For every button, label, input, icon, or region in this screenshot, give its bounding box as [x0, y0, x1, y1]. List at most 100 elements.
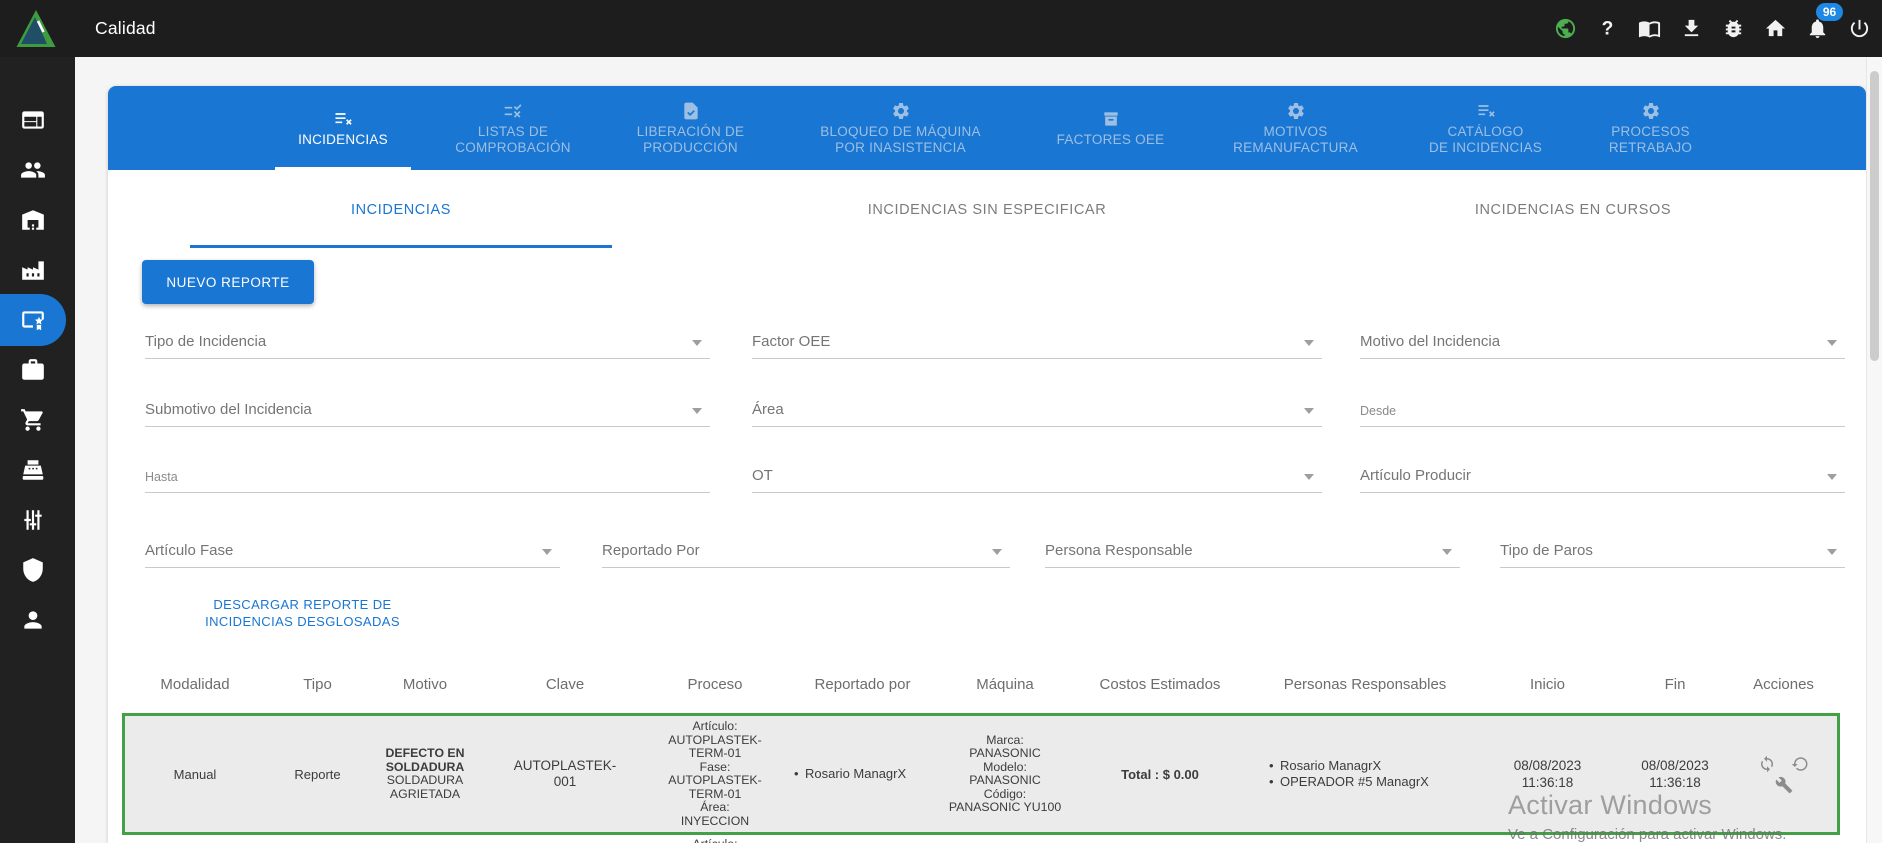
factory-icon [22, 261, 44, 280]
svg-text:?: ? [1602, 18, 1614, 39]
sidebar-item-tune[interactable] [0, 494, 66, 546]
filter-submotivo-del-incidencia[interactable]: Submotivo del Incidencia [145, 386, 710, 427]
subtab-label: INCIDENCIAS [350, 202, 452, 218]
tab-listas-de-comprobacion[interactable]: LISTAS DE COMPROBACIÓN [428, 86, 598, 170]
sidebar-item-person[interactable] [0, 594, 66, 646]
fin-date: 08/08/2023 [1641, 758, 1709, 773]
download-report-link[interactable]: DESCARGAR REPORTE DE INCIDENCIAS DESGLOS… [185, 596, 420, 630]
build-icon [1775, 776, 1792, 793]
tab-label: COMPROBACIÓN [455, 139, 571, 155]
topbar-icon-group: ? 96 [1553, 0, 1872, 57]
dropdown-arrow-icon [1442, 549, 1452, 555]
filter-articulo-fase[interactable]: Artículo Fase [145, 527, 560, 568]
filter-tipo-de-incidencia[interactable]: Tipo de Incidencia [145, 318, 710, 359]
sidebar-item-warehouse[interactable] [0, 194, 66, 246]
tab-motivos-remanufactura[interactable]: MOTIVOS REMANUFACTURA [1203, 86, 1388, 170]
tab-catalogo-de-incidencias[interactable]: CATÁLOGO DE INCIDENCIAS [1388, 86, 1583, 170]
action-sync-button[interactable] [1758, 755, 1776, 773]
column-header-modalidad: Modalidad [160, 676, 230, 693]
sidebar-item-newspaper[interactable] [0, 94, 66, 146]
shield-icon [23, 558, 43, 582]
action-build-button[interactable] [1775, 776, 1793, 794]
power-icon [1850, 19, 1869, 38]
dropdown-arrow-icon [1304, 474, 1314, 480]
filter-motivo-del-incidencia[interactable]: Motivo del Incidencia [1360, 318, 1845, 359]
filter-tipo-de-paros[interactable]: Tipo de Paros [1500, 527, 1845, 568]
cell-maquina: Marca: PANASONIC Modelo: PANASONIC Código: PA… [945, 716, 1065, 832]
inicio-date: 08/08/2023 [1513, 758, 1582, 773]
new-report-button[interactable]: NUEVO REPORTE [142, 260, 314, 304]
column-header-maquina: Máquina [976, 676, 1034, 693]
cell-fin: 08/08/2023 11:36:18 [1620, 716, 1730, 832]
sidebar-item-shield[interactable] [0, 544, 66, 596]
filter-row: Tipo de Incidencia Factor OEE Motivo del I… [145, 318, 1845, 359]
proceso-line: AUTOPLASTEK-TERM-01 [668, 773, 762, 801]
tab-factores-oee[interactable]: FACTORES OEE [1018, 86, 1203, 170]
topbar-home-button[interactable] [1763, 16, 1788, 41]
tab-label: PRODUCCIÓN [643, 139, 738, 155]
certificate-icon [22, 311, 44, 331]
rule-icon [504, 103, 522, 118]
tab-procesos-retrabajo[interactable]: PROCESOS RETRABAJO [1583, 86, 1718, 170]
topbar-download-button[interactable] [1679, 16, 1704, 41]
filter-area[interactable]: Área [752, 386, 1322, 427]
filter-label: Tipo de Incidencia [145, 333, 267, 350]
sidebar-item-certificate[interactable] [0, 294, 66, 346]
home-icon [1765, 19, 1786, 37]
subtab-incidencias-sin-especificar[interactable]: INCIDENCIAS SIN ESPECIFICAR [694, 170, 1280, 250]
cell-tipo: Reporte [265, 716, 370, 832]
column-header-tipo: Tipo [303, 676, 332, 693]
action-restore-button[interactable] [1791, 755, 1809, 773]
filter-desde[interactable]: Desde [1360, 386, 1845, 427]
tab-label: DE INCIDENCIAS [1428, 139, 1543, 155]
topbar-book-button[interactable] [1637, 16, 1662, 41]
sidebar-item-cash-register[interactable] [0, 444, 66, 496]
sidebar-item-shopping-cart[interactable] [0, 394, 66, 446]
topbar-bell-button[interactable]: 96 [1805, 3, 1843, 41]
sidebar-item-briefcase[interactable] [0, 344, 66, 396]
subtab-incidencias[interactable]: INCIDENCIAS [108, 170, 694, 250]
dropdown-arrow-icon [1827, 549, 1837, 555]
doc-check-icon [683, 102, 698, 119]
filter-label: Reportado Por [602, 542, 700, 559]
filter-factor-oee[interactable]: Factor OEE [752, 318, 1322, 359]
filter-label: Artículo Fase [145, 542, 234, 559]
subtab-incidencias-en-cursos[interactable]: INCIDENCIAS EN CURSOS [1280, 170, 1866, 250]
column-header-reportado-por: Reportado por [814, 676, 911, 693]
filter-row: Artículo Fase Reportado Por Persona Respon… [145, 527, 1845, 568]
topbar-help-button[interactable]: ? [1595, 16, 1620, 41]
filter-row: Hasta OT Artículo Producir [145, 452, 1845, 493]
topbar-bug-button[interactable] [1721, 16, 1746, 41]
tab-incidencias[interactable]: INCIDENCIAS [258, 86, 428, 170]
filter-reportado-por[interactable]: Reportado Por [602, 527, 1010, 568]
dropdown-arrow-icon [1827, 474, 1837, 480]
table-header-row: Modalidad Tipo Motivo Clave Proceso Reportado… [125, 676, 1837, 693]
cell-clave: AUTOPLASTEK-001 [480, 716, 650, 832]
tab-label: PROCESOS [1611, 123, 1690, 139]
topbar-globe-button[interactable] [1553, 16, 1578, 41]
app-logo-icon [16, 10, 56, 47]
tab-liberacion-de-produccion[interactable]: LIBERACIÓN DE PRODUCCIÓN [598, 86, 783, 170]
sidebar-item-people[interactable] [0, 144, 66, 196]
filter-hasta[interactable]: Hasta [145, 452, 710, 493]
fin-time: 11:36:18 [1649, 775, 1701, 790]
cell-proceso: Artículo: AUTOPLASTEK-TERM-01 Fase: AUTOPLA… [650, 716, 780, 832]
filter-persona-responsable[interactable]: Persona Responsable [1045, 527, 1460, 568]
filter-label: Desde [1360, 404, 1397, 418]
tab-label: LISTAS DE [477, 123, 549, 139]
globe-icon [1555, 18, 1576, 39]
cell-reportado-por: Rosario ManagrX [780, 716, 945, 832]
module-tabs: INCIDENCIAS LISTAS DE COMPROBACIÓN LIBERACI… [258, 86, 1718, 170]
filter-ot[interactable]: OT [752, 452, 1322, 493]
table-next-row-partial: Artículo: [650, 837, 780, 843]
person-icon [24, 611, 42, 629]
filter-label: Área [752, 401, 784, 418]
tab-label: RETRABAJO [1608, 139, 1693, 155]
topbar-power-button[interactable] [1847, 16, 1872, 41]
filter-articulo-producir[interactable]: Artículo Producir [1360, 452, 1845, 493]
sidebar-item-factory[interactable] [0, 244, 66, 296]
tab-bloqueo-de-maquina-por-inasistencia[interactable]: BLOQUEO DE MÁQUINA POR INASISTENCIA [783, 86, 1018, 170]
scrollbar-thumb[interactable] [1870, 71, 1879, 361]
cash-register-icon [22, 460, 44, 480]
filter-label: Artículo Producir [1360, 467, 1471, 484]
